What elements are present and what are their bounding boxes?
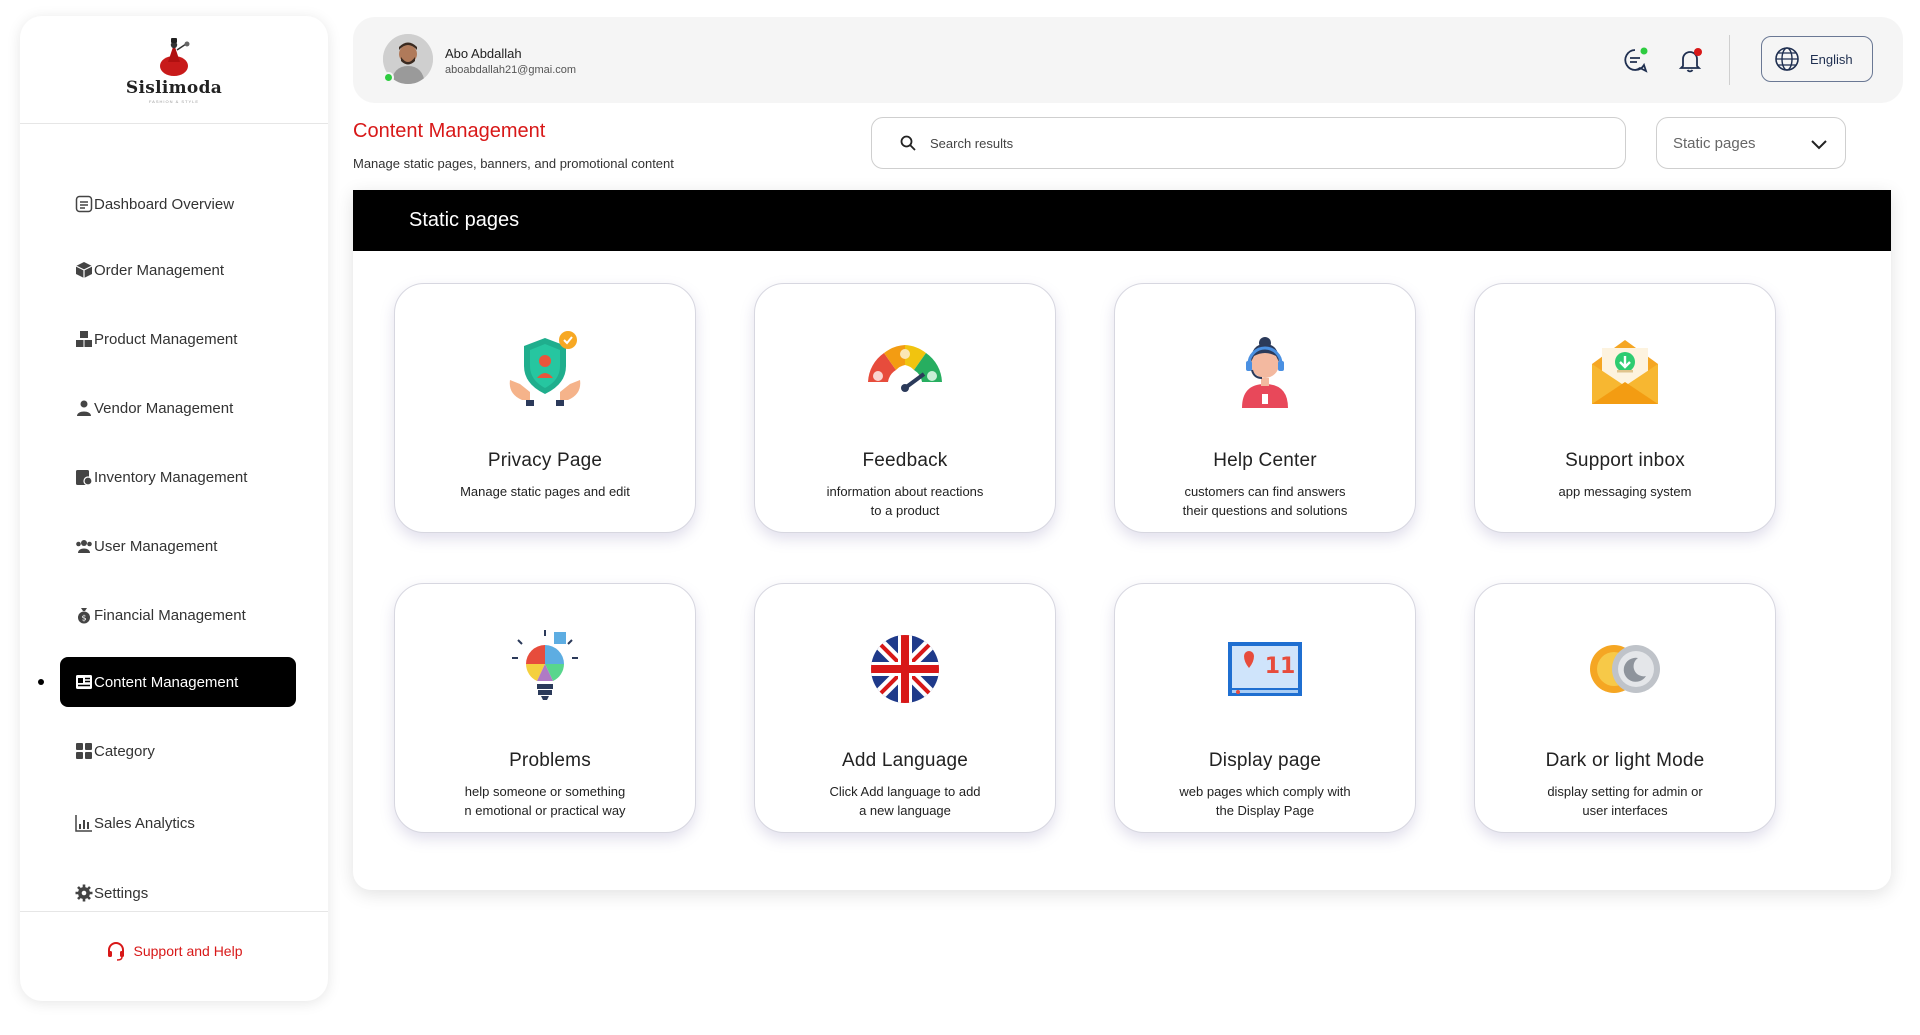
card-title: Add Language <box>841 750 969 771</box>
brand-logo[interactable]: Sislimoda FASHION & STYLE <box>20 16 328 124</box>
sidebar-item-financial-management[interactable]: $ Financial Management <box>60 590 296 640</box>
sidebar-item-label: Product Management <box>94 330 238 348</box>
card-description: help someone or something n emotional or… <box>464 784 626 818</box>
online-status-dot <box>383 72 394 83</box>
dashboard-icon <box>75 195 93 213</box>
sidebar-item-content-management[interactable]: Content Management <box>60 657 296 707</box>
card-problems[interactable]: Problems help someone or something n emo… <box>394 583 696 833</box>
card-privacy-page[interactable]: Privacy Page Manage static pages and edi… <box>394 283 696 533</box>
uk-flag-icon <box>871 635 939 703</box>
card-description: Click Add language to add a new language <box>829 784 981 818</box>
sidebar-item-sales-analytics[interactable]: Sales Analytics <box>60 798 296 848</box>
page-subtitle: Manage static pages, banners, and promot… <box>353 156 674 171</box>
sidebar-item-label: Inventory Management <box>94 468 248 486</box>
privacy-shield-icon <box>509 331 581 406</box>
search-input[interactable]: Search results <box>871 117 1626 169</box>
language-label: English <box>1810 51 1853 67</box>
sidebar-item-user-management[interactable]: User Management <box>60 521 296 571</box>
support-and-help-link[interactable]: Support and Help <box>20 941 328 961</box>
sun-moon-icon <box>1590 645 1660 693</box>
panel-title: Static pages <box>409 209 520 231</box>
svg-text:11: 11 <box>1265 654 1296 679</box>
card-title: Privacy Page <box>487 450 603 471</box>
header-separator <box>1729 35 1730 85</box>
display-page-icon: 11 <box>1228 642 1302 696</box>
card-title: Feedback <box>862 450 948 471</box>
brand-name: Sislimoda <box>125 77 223 98</box>
card-description: customers can find answers their questio… <box>1182 484 1348 518</box>
sidebar-item-dashboard-overview[interactable]: Dashboard Overview <box>60 179 296 229</box>
card-title: Support inbox <box>1565 450 1685 471</box>
card-title: Display page <box>1208 750 1322 771</box>
boxes-icon <box>76 331 92 347</box>
brand-tagline: FASHION & STYLE <box>148 98 200 104</box>
sidebar-item-label: Category <box>94 742 155 760</box>
sidebar-item-label: Settings <box>94 884 149 902</box>
card-add-language[interactable]: Add Language Click Add language to add a… <box>754 583 1056 833</box>
sidebar-item-label: Vendor Management <box>94 399 234 417</box>
card-support-inbox[interactable]: Support inbox app messaging system <box>1474 283 1776 533</box>
sidebar-item-label: User Management <box>94 537 218 555</box>
sidebar-item-label: Financial Management <box>94 606 246 624</box>
card-dark-light-mode[interactable]: Dark or light Mode display setting for a… <box>1474 583 1776 833</box>
feedback-gauge-icon <box>868 345 942 392</box>
notification-bell-icon[interactable] <box>1675 45 1705 75</box>
static-pages-panel: Static pages Privacy Page Manage static … <box>353 190 1891 890</box>
messages-icon[interactable] <box>1620 45 1650 75</box>
vendor-icon <box>77 400 91 416</box>
active-indicator-dot <box>38 679 44 685</box>
search-icon <box>900 135 916 151</box>
sidebar-item-order-management[interactable]: Order Management <box>60 245 296 295</box>
chart-icon <box>75 815 92 832</box>
support-inbox-icon <box>1592 340 1658 404</box>
page-title: Content Management <box>353 120 546 142</box>
sidebar-item-label: Content Management <box>94 673 239 691</box>
sidebar-item-inventory-management[interactable]: Inventory Management <box>60 452 296 502</box>
sidebar-item-product-management[interactable]: Product Management <box>60 314 296 364</box>
dancer-logo-icon <box>160 37 190 76</box>
help-center-agent-icon <box>1242 337 1288 408</box>
sidebar: Sislimoda FASHION & STYLE Dashboard Over… <box>20 16 328 1001</box>
card-description: information about reactions to a product <box>826 484 984 518</box>
support-label: Support and Help <box>133 943 243 959</box>
gear-icon <box>75 884 93 902</box>
card-help-center[interactable]: Help Center customers can find answers t… <box>1114 283 1416 533</box>
page-type-selected: Static pages <box>1673 134 1756 152</box>
card-display-page[interactable]: 11 Display page web pages which comply w… <box>1114 583 1416 833</box>
user-name: Abo Abdallah <box>445 46 522 61</box>
sidebar-item-label: Order Management <box>94 261 225 279</box>
user-email: aboabdallah21@gmai.com <box>445 64 577 76</box>
svg-text:$: $ <box>81 614 86 623</box>
globe-icon <box>1775 47 1799 71</box>
sidebar-item-category[interactable]: Category <box>60 726 296 776</box>
sidebar-item-vendor-management[interactable]: Vendor Management <box>60 383 296 433</box>
search-placeholder: Search results <box>930 135 1014 151</box>
card-title: Problems <box>509 750 591 771</box>
card-description: Manage static pages and edit <box>460 484 630 499</box>
card-description: web pages which comply with the Display … <box>1179 784 1351 818</box>
sidebar-divider <box>20 911 328 912</box>
sidebar-item-label: Dashboard Overview <box>94 195 235 213</box>
box-icon <box>75 262 93 278</box>
card-description: app messaging system <box>1558 484 1692 499</box>
users-icon <box>76 540 92 553</box>
headset-icon <box>107 942 124 961</box>
chevron-down-icon <box>1811 140 1827 150</box>
language-button[interactable]: English <box>1761 36 1873 82</box>
card-title: Help Center <box>1213 450 1317 471</box>
page-type-select[interactable]: Static pages <box>1656 117 1846 169</box>
top-header: Abo Abdallah aboabdallah21@gmai.com Engl… <box>353 17 1903 103</box>
grid-icon <box>76 743 92 759</box>
card-description: display setting for admin or user interf… <box>1547 784 1703 818</box>
content-icon <box>76 675 92 689</box>
panel-header: Static pages <box>353 190 1891 251</box>
inventory-icon <box>76 470 93 486</box>
money-bag-icon: $ <box>78 608 90 624</box>
card-feedback[interactable]: Feedback information about reactions to … <box>754 283 1056 533</box>
card-title: Dark or light Mode <box>1545 750 1705 771</box>
problems-bulb-icon <box>512 630 578 700</box>
sidebar-item-label: Sales Analytics <box>94 814 195 832</box>
